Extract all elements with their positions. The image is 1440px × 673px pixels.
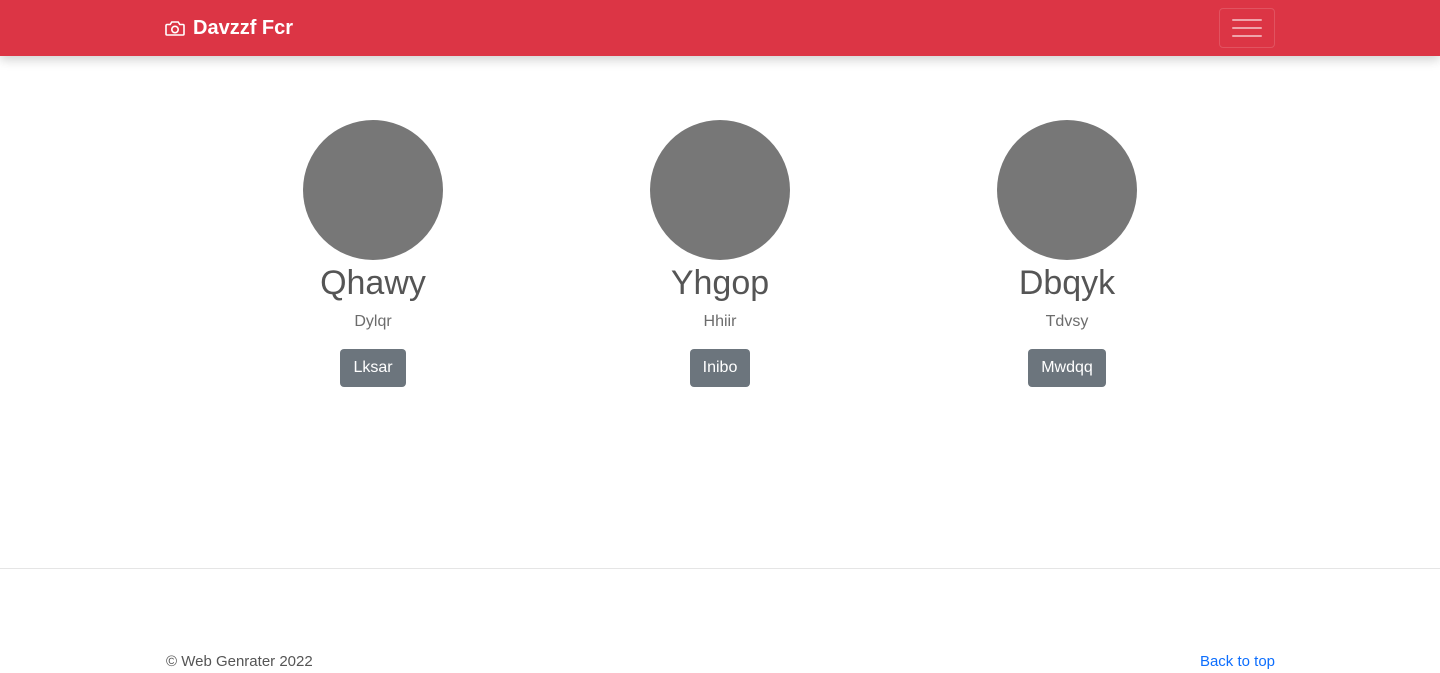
profile-action-button[interactable]: Inibo: [689, 349, 751, 387]
brand-title: Davzzf Fcr: [193, 16, 294, 39]
profile-name: Yhgop: [670, 264, 770, 302]
profile-card: Qhawy Dylqr Lksar: [213, 120, 533, 387]
profile-card: Yhgop Hhiir Inibo: [560, 120, 880, 387]
avatar: [303, 120, 443, 260]
brand-link[interactable]: Davzzf Fcr: [165, 16, 293, 40]
profile-action-button[interactable]: Mwdqq: [1028, 349, 1106, 387]
profile-card: Dbqyk Tdvsy Mwdqq: [907, 120, 1227, 387]
profile-name: Qhawy: [320, 264, 426, 302]
footer-divider: [0, 568, 1440, 569]
hamburger-menu-icon: [1232, 17, 1262, 39]
profile-subtitle: Dylqr: [354, 313, 392, 330]
profile-subtitle: Hhiir: [703, 313, 737, 330]
camera-icon: [165, 19, 185, 37]
back-to-top-link[interactable]: Back to top: [1200, 652, 1275, 672]
top-navbar: Davzzf Fcr: [0, 0, 1440, 56]
profile-action-button[interactable]: Lksar: [340, 349, 406, 387]
profile-subtitle: Tdvsy: [1045, 313, 1089, 330]
avatar: [650, 120, 790, 260]
avatar: [997, 120, 1137, 260]
navbar-toggler-button[interactable]: [1219, 8, 1275, 48]
copyright-text: © Web Genrater 2022: [166, 653, 313, 670]
profile-cards: Qhawy Dylqr Lksar Yhgop Hhiir Inibo Dbqy…: [0, 120, 1440, 400]
profile-name: Dbqyk: [1018, 264, 1116, 302]
